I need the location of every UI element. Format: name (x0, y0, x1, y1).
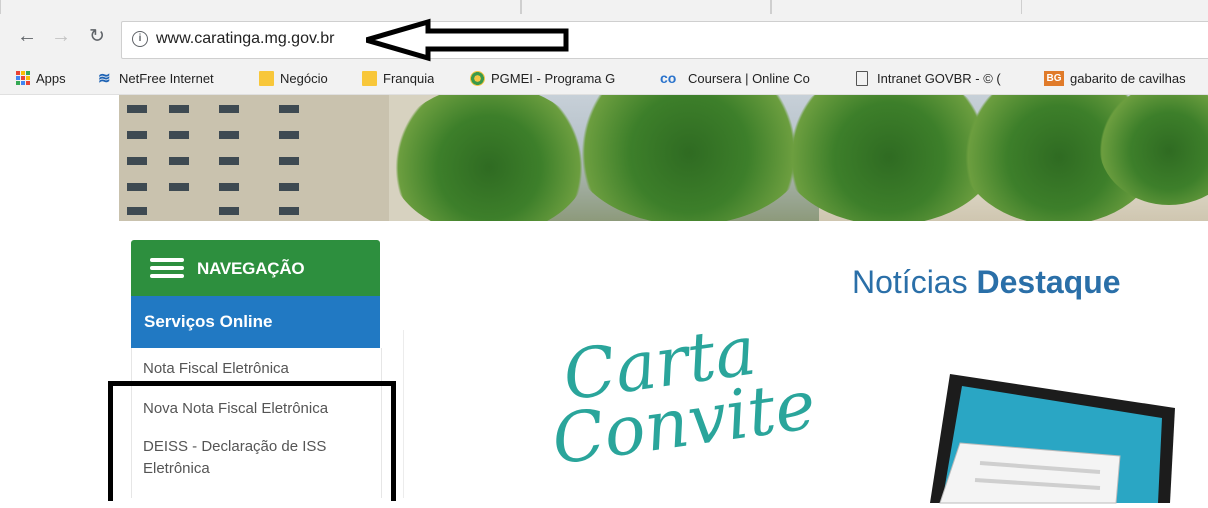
browser-tab[interactable] (770, 0, 1022, 14)
folder-icon (259, 70, 274, 86)
hamburger-menu-icon[interactable] (150, 258, 184, 278)
bookmarks-bar: Apps ≋ NetFree Internet Negócio Franquia… (0, 62, 1208, 95)
palm-tree-image (569, 95, 809, 221)
carta-convite-graphic: Carta Convite (547, 311, 821, 481)
bookmark-netfree[interactable]: ≋ NetFree Internet (98, 69, 214, 87)
back-arrow-icon[interactable]: ← (16, 24, 38, 48)
palm-tree-image (389, 95, 589, 221)
bookmark-franquia[interactable]: Franquia (362, 69, 434, 87)
navigation-menu-header[interactable]: NAVEGAÇÃO (131, 240, 380, 296)
reload-icon[interactable]: ↻ (86, 24, 108, 48)
annotation-arrow-icon (366, 18, 569, 62)
folder-icon (362, 70, 377, 86)
navigation-title: NAVEGAÇÃO (197, 259, 305, 278)
netfree-icon: ≋ (98, 69, 111, 87)
bookmark-negocio[interactable]: Negócio (259, 69, 328, 87)
bookmark-apps[interactable]: Apps (16, 69, 66, 87)
info-icon[interactable]: i (132, 31, 148, 47)
coursera-icon: co (660, 69, 677, 86)
browser-tab[interactable] (520, 0, 772, 14)
bg-icon: BG (1044, 70, 1064, 86)
address-url[interactable]: www.caratinga.mg.gov.br (156, 30, 334, 48)
apps-grid-icon (16, 71, 30, 85)
bookmark-gabarito[interactable]: BG gabarito de cavilhas (1044, 69, 1208, 87)
page-heading: Notícias Destaque (852, 264, 1121, 300)
address-bar[interactable]: i www.caratinga.mg.gov.br (121, 21, 1208, 59)
nav-link-nota-fiscal[interactable]: Nota Fiscal Eletrônica (143, 358, 373, 380)
pgmei-icon (470, 70, 485, 86)
bookmark-pgmei[interactable]: PGMEI - Programa G (470, 69, 644, 87)
annotation-highlight-box (108, 381, 396, 501)
laptop-illustration (930, 374, 1175, 504)
browser-tab-strip (0, 0, 1208, 15)
building-image (119, 95, 389, 221)
page-icon (856, 70, 868, 86)
hero-banner (119, 95, 1208, 221)
bookmark-intranet[interactable]: Intranet GOVBR - © ( (856, 69, 1028, 87)
browser-tab[interactable] (0, 0, 522, 14)
bookmark-coursera[interactable]: co Coursera | Online Co (660, 69, 840, 87)
forward-arrow-icon[interactable]: → (50, 24, 72, 48)
services-online-header[interactable]: Serviços Online (131, 296, 380, 348)
